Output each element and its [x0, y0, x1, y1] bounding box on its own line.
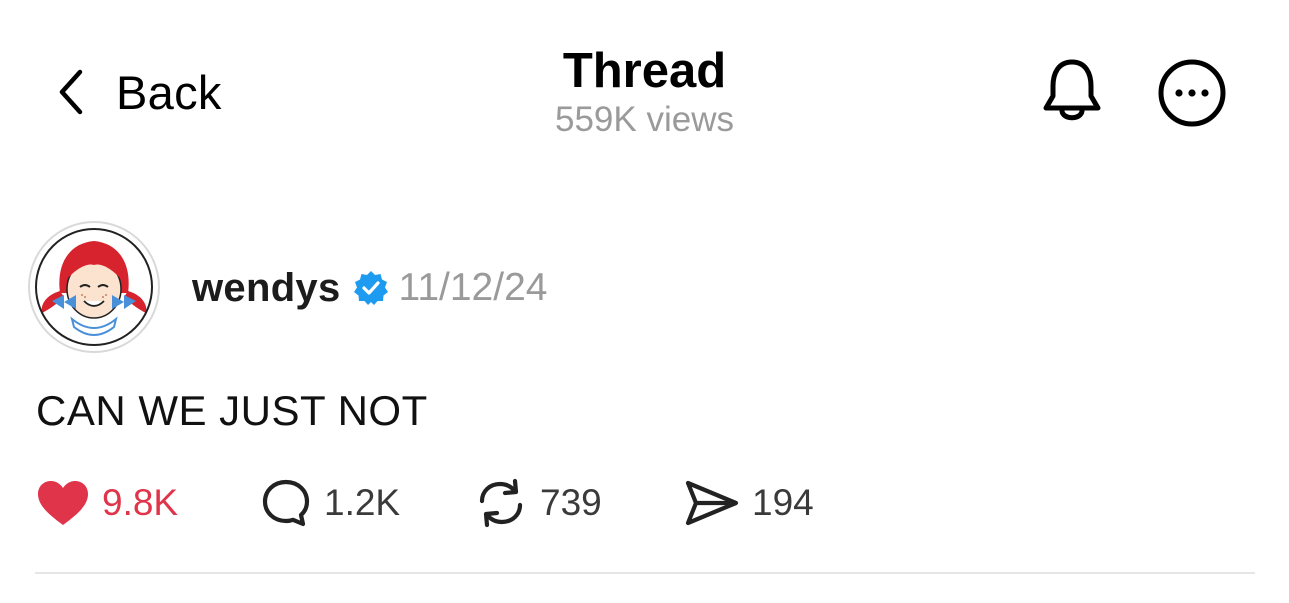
wendys-logo-icon — [35, 228, 153, 346]
like-button[interactable]: 9.8K — [36, 475, 178, 531]
share-count: 194 — [752, 482, 814, 523]
post-author-row: wendys 11/12/24 — [192, 262, 547, 314]
bell-icon — [1043, 59, 1101, 121]
repost-button[interactable]: 739 — [474, 475, 602, 531]
avatar[interactable] — [28, 221, 160, 353]
repost-count: 739 — [540, 482, 602, 523]
reply-bubble-icon — [262, 479, 310, 527]
send-icon — [685, 480, 739, 526]
post-divider — [35, 572, 1255, 574]
post-timestamp: 11/12/24 — [398, 266, 548, 309]
post-text: CAN WE JUST NOT — [36, 387, 428, 434]
notifications-button[interactable] — [1040, 56, 1104, 128]
repost-icon — [479, 478, 523, 528]
verified-badge-icon — [353, 271, 388, 305]
more-icon — [1158, 59, 1226, 127]
heart-icon — [38, 481, 88, 525]
reply-count: 1.2K — [324, 482, 401, 523]
username[interactable]: wendys — [192, 266, 341, 311]
share-button[interactable]: 194 — [684, 475, 814, 531]
reply-button[interactable]: 1.2K — [260, 475, 400, 531]
like-count: 9.8K — [102, 482, 179, 523]
more-options-button[interactable] — [1157, 58, 1227, 128]
